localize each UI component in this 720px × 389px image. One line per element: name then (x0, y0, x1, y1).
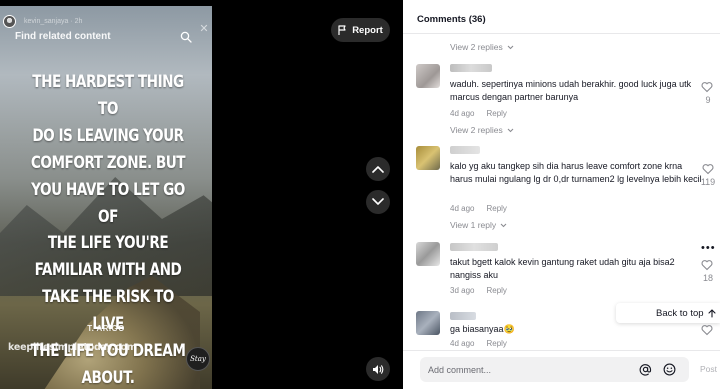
mention-icon[interactable] (639, 363, 652, 376)
comment-text: ga biasanyaa🥹 (450, 324, 515, 334)
quote-line: FAMILIAR WITH AND (34, 260, 182, 280)
like-button[interactable]: 9 (701, 81, 715, 105)
comment-meta: 4d ago Reply (450, 109, 507, 118)
post-button[interactable]: Post (700, 364, 717, 374)
comment-meta: 3d ago Reply (450, 286, 507, 295)
reply-button[interactable]: Reply (486, 204, 506, 213)
divider (403, 33, 720, 34)
quote-author: T. ARIGO (87, 324, 125, 333)
comment-meta: 4d ago Reply (450, 339, 507, 348)
comment-text: takut bgett kalok kevin gantung raket ud… (450, 257, 675, 280)
back-to-top-button[interactable]: Back to top (616, 303, 720, 323)
comment-time: 4d ago (450, 204, 475, 213)
reply-button[interactable]: Reply (486, 286, 506, 295)
comment-time: 3d ago (450, 286, 475, 295)
heart-icon (701, 82, 713, 93)
find-related-content[interactable]: Find related content (15, 31, 111, 42)
flag-icon (338, 25, 346, 35)
heart-icon (702, 164, 714, 175)
comment-meta: 4d ago Reply (450, 204, 507, 213)
comment-username[interactable] (450, 64, 492, 72)
app-root: kevin_sanjaya · 2h Find related content … (0, 0, 720, 389)
heart-icon (701, 260, 713, 271)
stay-logo: Stay (186, 347, 210, 371)
comments-panel: Comments (36) View 2 replies waduh. sepe… (403, 0, 720, 389)
like-button[interactable]: 18 (701, 259, 715, 283)
more-options-icon[interactable]: ••• (701, 243, 717, 254)
view-replies-button[interactable]: View 2 replies (450, 42, 514, 52)
story-username[interactable]: kevin_sanjaya · 2h (24, 18, 82, 25)
comment-avatar[interactable] (416, 242, 440, 266)
chevron-up-icon (372, 166, 384, 173)
close-icon[interactable]: ✕ (198, 23, 210, 35)
volume-icon (373, 364, 384, 374)
quote-line: THE HARDEST THING TO (32, 72, 184, 118)
quote-line: DO IS LEAVING YOUR (32, 125, 184, 145)
comment-input-box (420, 357, 689, 382)
chevron-down-icon (507, 45, 514, 49)
like-count: 119 (700, 177, 716, 187)
comment-avatar[interactable] (416, 146, 440, 170)
comments-header: Comments (36) (417, 14, 486, 25)
comment-text: waduh. sepertinya minions udah berakhir.… (450, 79, 692, 102)
quote-line: ABOUT. (81, 367, 135, 387)
comment-input[interactable] (428, 357, 628, 382)
search-button[interactable] (176, 28, 196, 46)
chevron-down-icon (372, 198, 384, 205)
view-replies-button[interactable]: View 1 reply (450, 220, 507, 230)
comment-input-bar: Post (403, 350, 720, 389)
quote-line: COMFORT ZONE. BUT (30, 152, 186, 172)
comment-username[interactable] (450, 312, 476, 320)
like-button[interactable] (701, 324, 715, 338)
heart-icon (701, 325, 713, 336)
like-button[interactable]: 119 (698, 163, 718, 187)
view-replies-button[interactable]: View 2 replies (450, 125, 514, 135)
comment-text: kalo yg aku tangkep sih dia harus leave … (450, 161, 702, 184)
comment-username[interactable] (450, 243, 498, 251)
next-video-button[interactable] (366, 190, 390, 214)
comment-time: 4d ago (450, 339, 475, 348)
search-icon (180, 31, 192, 43)
quote-line: THE LIFE YOU'RE (47, 233, 169, 253)
chevron-down-icon (500, 223, 507, 227)
previous-video-button[interactable] (366, 157, 390, 181)
story-header: kevin_sanjaya · 2h Find related content … (0, 6, 212, 43)
chevron-down-icon (507, 128, 514, 132)
back-to-top-label: Back to top (656, 307, 704, 319)
quote-line: YOU HAVE TO LET GO OF (31, 179, 185, 226)
arrow-up-icon (707, 308, 716, 318)
story-avatar[interactable] (3, 15, 16, 28)
story-stage: kevin_sanjaya · 2h Find related content … (0, 0, 403, 389)
comment-time: 4d ago (450, 109, 475, 118)
volume-button[interactable] (366, 357, 390, 381)
like-count: 18 (702, 273, 713, 283)
quote-site: keeplifesimpletoday.com (8, 342, 137, 353)
comment-username[interactable] (450, 146, 480, 154)
report-label: Report (352, 24, 383, 36)
emoji-icon[interactable] (663, 363, 676, 376)
comment-avatar[interactable] (416, 64, 440, 88)
like-count: 9 (705, 95, 711, 105)
comment-avatar[interactable] (416, 311, 440, 335)
story-quote: THE HARDEST THING TO DO IS LEAVING YOUR … (28, 69, 189, 389)
reply-button[interactable]: Reply (486, 339, 506, 348)
report-button[interactable]: Report (331, 18, 390, 42)
reply-button[interactable]: Reply (486, 109, 506, 118)
